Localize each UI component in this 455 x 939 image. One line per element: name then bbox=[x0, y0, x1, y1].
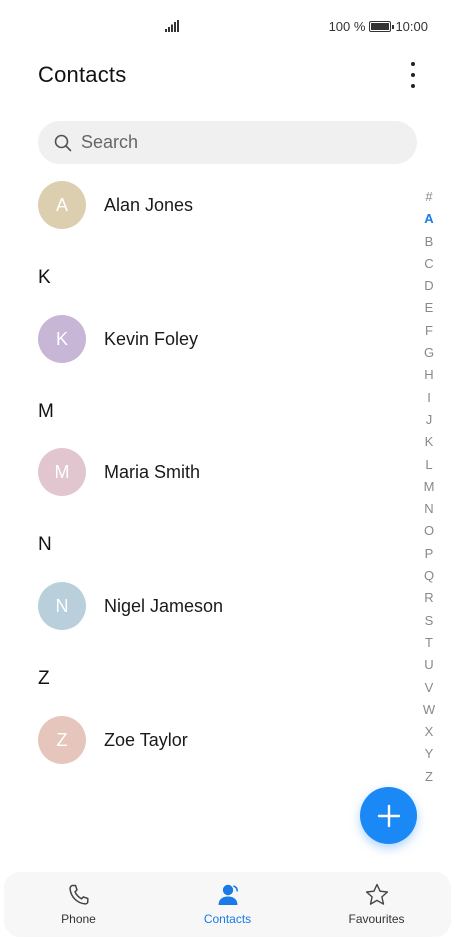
more-dot-icon bbox=[411, 73, 415, 77]
section-header-k: K bbox=[38, 267, 51, 288]
alpha-index-letter[interactable]: S bbox=[425, 610, 434, 632]
battery-icon bbox=[369, 21, 395, 32]
contact-row-kevin-foley[interactable]: K Kevin Foley bbox=[0, 306, 410, 372]
add-contact-button[interactable] bbox=[360, 787, 417, 844]
battery-percent: 100 % bbox=[328, 19, 366, 34]
alpha-index-letter[interactable]: K bbox=[425, 431, 434, 453]
contacts-icon bbox=[218, 884, 238, 905]
contact-name: Nigel Jameson bbox=[104, 595, 224, 616]
alpha-index-letter[interactable]: C bbox=[424, 253, 433, 275]
avatar: Z bbox=[38, 716, 86, 764]
alpha-index-letter[interactable]: T bbox=[425, 632, 433, 654]
alpha-index-letter[interactable]: N bbox=[424, 498, 433, 520]
alpha-index-letter[interactable]: Q bbox=[424, 565, 434, 587]
star-icon bbox=[365, 883, 388, 905]
alpha-index-letter[interactable]: H bbox=[424, 364, 433, 386]
status-bar: 100 % 10:00 bbox=[0, 0, 455, 54]
alpha-index-letter[interactable]: L bbox=[425, 454, 432, 476]
nav-item-favourites[interactable]: Favourites bbox=[302, 872, 451, 937]
contact-row-nigel-jameson[interactable]: N Nigel Jameson bbox=[0, 573, 410, 639]
avatar: N bbox=[38, 582, 86, 630]
alphabet-index[interactable]: # A B C D E F G H I J K L M N O P Q R S T U V W X Y Z bbox=[422, 186, 436, 788]
avatar: A bbox=[38, 181, 86, 229]
alpha-index-letter[interactable]: F bbox=[425, 320, 433, 342]
status-right: 100 % 10:00 bbox=[329, 19, 428, 34]
contact-name: Maria Smith bbox=[104, 461, 201, 482]
nav-label-contacts: Contacts bbox=[203, 912, 252, 926]
alpha-index-letter[interactable]: # bbox=[425, 186, 432, 208]
alpha-index-letter[interactable]: G bbox=[424, 342, 434, 364]
alpha-index-letter[interactable]: J bbox=[426, 409, 433, 431]
contact-row-maria-smith[interactable]: M Maria Smith bbox=[0, 439, 410, 505]
avatar: K bbox=[38, 315, 86, 363]
alpha-index-letter[interactable]: R bbox=[424, 587, 433, 609]
search-icon bbox=[54, 134, 72, 151]
alpha-index-letter[interactable]: W bbox=[423, 699, 435, 721]
alpha-index-letter[interactable]: U bbox=[424, 654, 433, 676]
contact-name: Zoe Taylor bbox=[104, 729, 188, 750]
page-title: Contacts bbox=[38, 62, 127, 87]
alpha-index-letter[interactable]: P bbox=[425, 543, 434, 565]
alpha-index-letter[interactable]: D bbox=[424, 275, 433, 297]
alpha-index-letter[interactable]: Y bbox=[425, 743, 434, 765]
signal-icon bbox=[165, 20, 179, 32]
nav-item-contacts[interactable]: Contacts bbox=[153, 872, 302, 937]
alpha-index-letter[interactable]: E bbox=[425, 297, 434, 319]
plus-icon bbox=[377, 804, 400, 827]
search-input[interactable] bbox=[81, 132, 381, 153]
alpha-index-letter[interactable]: Z bbox=[425, 766, 433, 788]
app-header: Contacts bbox=[0, 54, 455, 100]
section-header-z: Z bbox=[38, 668, 50, 689]
more-dot-icon bbox=[411, 84, 415, 88]
contact-name: Alan Jones bbox=[104, 194, 194, 215]
alpha-index-letter[interactable]: A bbox=[424, 208, 433, 230]
search-bar[interactable] bbox=[38, 121, 417, 164]
contact-row-alan-jones[interactable]: A Alan Jones bbox=[0, 172, 410, 238]
more-options-button[interactable] bbox=[405, 60, 421, 90]
contact-row-zoe-taylor[interactable]: Z Zoe Taylor bbox=[0, 707, 410, 773]
nav-label-phone: Phone bbox=[61, 912, 96, 926]
section-header-n: N bbox=[38, 534, 52, 555]
avatar: M bbox=[38, 448, 86, 496]
alpha-index-letter[interactable]: O bbox=[424, 520, 434, 542]
alpha-index-letter[interactable]: M bbox=[424, 476, 435, 498]
alpha-index-letter[interactable]: B bbox=[425, 231, 434, 253]
clock: 10:00 bbox=[395, 19, 428, 34]
nav-label-favourites: Favourites bbox=[348, 912, 405, 926]
nav-item-phone[interactable]: Phone bbox=[4, 872, 153, 937]
more-dot-icon bbox=[411, 62, 415, 66]
bottom-nav: Phone Contacts Favourites bbox=[4, 872, 451, 937]
contact-name: Kevin Foley bbox=[104, 328, 199, 349]
section-header-m: M bbox=[38, 401, 54, 422]
alpha-index-letter[interactable]: I bbox=[427, 387, 431, 409]
alpha-index-letter[interactable]: V bbox=[425, 677, 434, 699]
alpha-index-letter[interactable]: X bbox=[425, 721, 434, 743]
phone-icon bbox=[68, 884, 89, 905]
